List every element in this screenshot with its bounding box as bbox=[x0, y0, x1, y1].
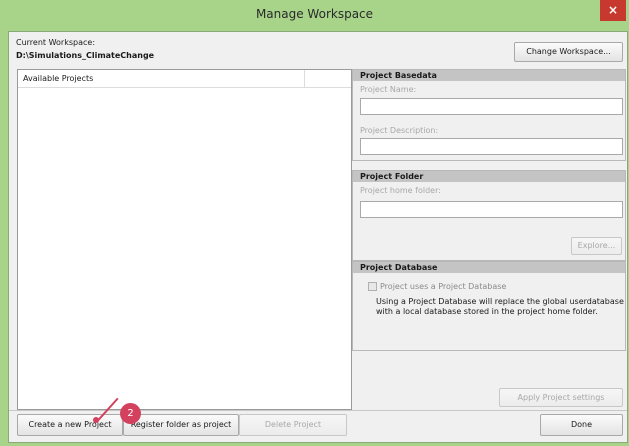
project-description-label: Project Description: bbox=[360, 126, 439, 135]
project-name-field[interactable] bbox=[360, 98, 623, 115]
close-icon[interactable]: × bbox=[600, 0, 626, 21]
project-basedata-title: Project Basedata bbox=[353, 70, 625, 81]
project-folder-panel: Project Folder Project home folder: Expl… bbox=[352, 170, 626, 261]
window-title: Manage Workspace bbox=[255, 7, 374, 21]
manage-workspace-window: Manage Workspace × Current Workspace: D:… bbox=[0, 0, 629, 446]
apply-project-settings-button[interactable]: Apply Project settings bbox=[499, 388, 623, 407]
project-basedata-panel: Project Basedata Project Name: Project D… bbox=[352, 69, 626, 161]
current-workspace-label: Current Workspace: bbox=[16, 38, 96, 47]
project-database-checkbox[interactable] bbox=[368, 282, 377, 291]
delete-project-button[interactable]: Delete Project bbox=[239, 414, 347, 436]
step-callout-badge: 2 bbox=[120, 403, 141, 424]
callout-dot bbox=[93, 417, 99, 423]
project-home-folder-field[interactable] bbox=[360, 201, 623, 218]
column-divider bbox=[304, 70, 305, 87]
projects-list-header: Available Projects bbox=[18, 70, 351, 88]
register-folder-button[interactable]: Register folder as project bbox=[123, 414, 239, 436]
project-database-info: Using a Project Database will replace th… bbox=[376, 297, 624, 316]
done-button[interactable]: Done bbox=[540, 414, 623, 436]
footer-divider bbox=[9, 410, 627, 411]
create-new-project-button[interactable]: Create a new Project bbox=[17, 414, 123, 436]
project-database-panel: Project Database Project uses a Project … bbox=[352, 261, 626, 351]
project-database-checkbox-label[interactable]: Project uses a Project Database bbox=[380, 282, 506, 291]
available-projects-header: Available Projects bbox=[23, 74, 94, 83]
project-folder-title: Project Folder bbox=[353, 171, 625, 182]
current-workspace-path: D:\Simulations_ClimateChange bbox=[16, 51, 155, 60]
project-database-title: Project Database bbox=[353, 262, 625, 273]
project-description-field[interactable] bbox=[360, 138, 623, 155]
explore-button[interactable]: Explore... bbox=[571, 237, 622, 255]
title-bar[interactable]: Manage Workspace × bbox=[0, 0, 629, 31]
dialog-body: Current Workspace: D:\Simulations_Climat… bbox=[8, 31, 628, 443]
change-workspace-button[interactable]: Change Workspace... bbox=[514, 42, 623, 62]
available-projects-list[interactable]: Available Projects bbox=[17, 69, 352, 410]
project-name-label: Project Name: bbox=[360, 85, 417, 94]
project-home-folder-label: Project home folder: bbox=[360, 186, 441, 195]
